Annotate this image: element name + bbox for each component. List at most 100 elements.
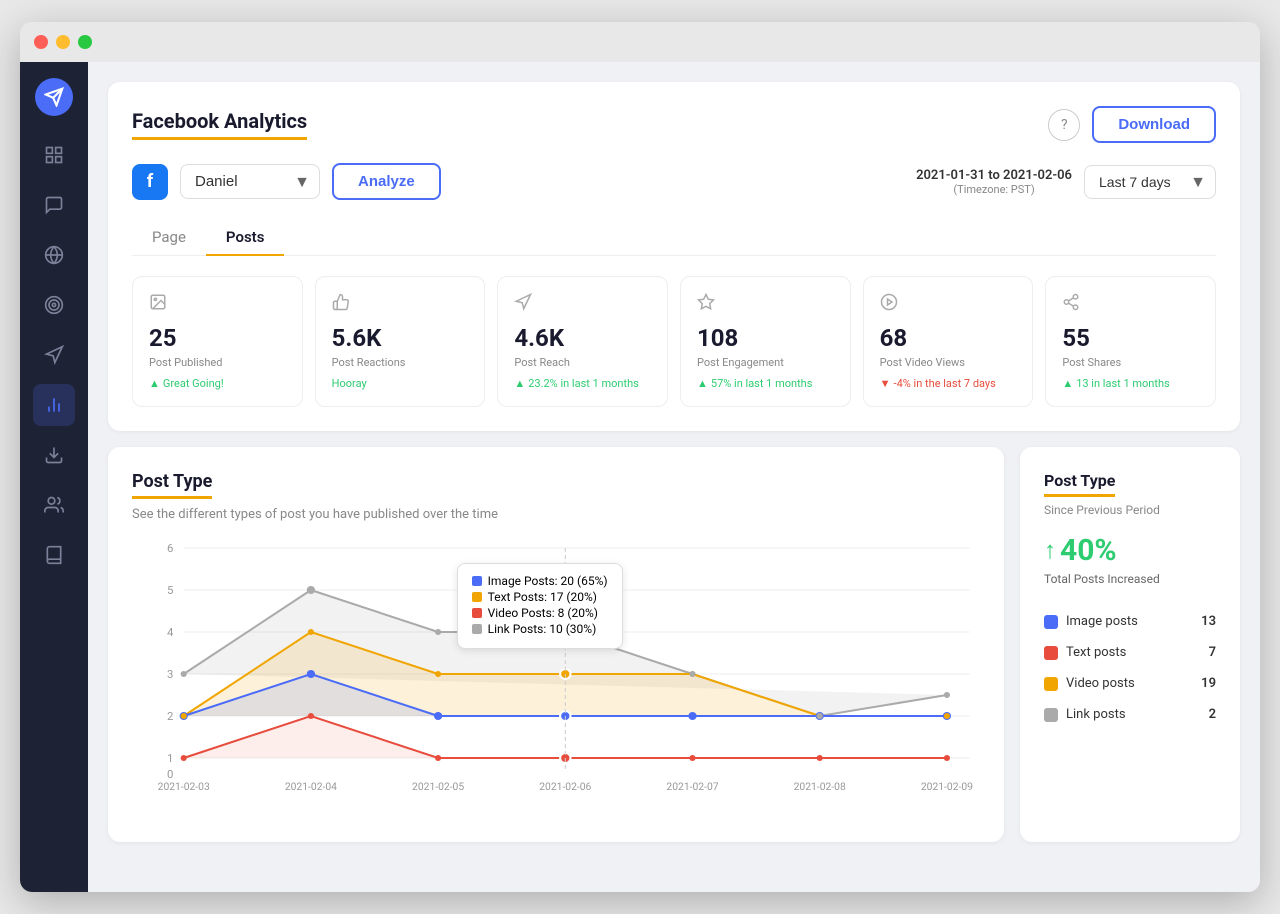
increase-arrow: ↑ xyxy=(1044,536,1056,565)
stat-label-engagement: Post Engagement xyxy=(697,356,834,369)
sidebar-item-megaphone[interactable] xyxy=(33,334,75,376)
svg-text:3: 3 xyxy=(167,668,173,681)
chart-area: 6 5 4 3 2 1 0 2021-02-03 2021-02-04 2021… xyxy=(132,538,980,818)
legend-dot-text xyxy=(1044,646,1058,660)
legend-item-link: Link posts 2 xyxy=(1044,699,1216,730)
stat-label-reach: Post Reach xyxy=(514,356,651,369)
svg-text:5: 5 xyxy=(167,584,173,597)
post-published-icon xyxy=(149,293,286,316)
stat-label-video-views: Post Video Views xyxy=(880,356,1017,369)
legend-increase-label: Total Posts Increased xyxy=(1044,572,1216,586)
sidebar-item-network[interactable] xyxy=(33,234,75,276)
sidebar-item-download[interactable] xyxy=(33,434,75,476)
stat-change-video-views: ▼-4% in the last 7 days xyxy=(880,377,1017,390)
increase-value: 40% xyxy=(1060,533,1117,568)
account-dropdown[interactable]: Daniel xyxy=(180,164,320,199)
stat-post-published: 25 Post Published ▲Great Going! xyxy=(132,276,303,407)
chart-subtitle: See the different types of post you have… xyxy=(132,507,980,522)
stats-grid: 25 Post Published ▲Great Going! xyxy=(132,276,1216,407)
stat-label-published: Post Published xyxy=(149,356,286,369)
stat-reach: 4.6K Post Reach ▲23.2% in last 1 months xyxy=(497,276,668,407)
header-right: ? Download xyxy=(1048,106,1216,143)
stat-change-shares: ▲13 in last 1 months xyxy=(1062,377,1199,390)
sidebar xyxy=(20,62,88,892)
main-content: Facebook Analytics ? Download f Daniel ▼ xyxy=(88,62,1260,892)
analytics-header: Facebook Analytics ? Download xyxy=(132,106,1216,143)
stat-change-reactions: Hooray xyxy=(332,377,469,390)
stat-engagement: 108 Post Engagement ▲57% in last 1 month… xyxy=(680,276,851,407)
date-range-text: 2021-01-31 to 2021-02-06 xyxy=(916,168,1072,183)
sidebar-item-library[interactable] xyxy=(33,534,75,576)
download-button[interactable]: Download xyxy=(1092,106,1216,143)
stat-value-reach: 4.6K xyxy=(514,324,651,352)
titlebar xyxy=(20,22,1260,62)
svg-text:2021-02-05: 2021-02-05 xyxy=(412,782,464,793)
stat-value-reactions: 5.6K xyxy=(332,324,469,352)
svg-text:2: 2 xyxy=(167,710,173,723)
account-select-wrapper[interactable]: Daniel ▼ xyxy=(180,164,320,199)
legend-card: Post Type Since Previous Period ↑ 40% To… xyxy=(1020,447,1240,842)
legend-dot-image xyxy=(1044,615,1058,629)
stat-label-shares: Post Shares xyxy=(1062,356,1199,369)
stat-shares: 55 Post Shares ▲13 in last 1 months xyxy=(1045,276,1216,407)
legend-label-video: Video posts xyxy=(1066,676,1135,691)
svg-text:2021-02-03: 2021-02-03 xyxy=(158,782,210,793)
stat-label-reactions: Post Reactions xyxy=(332,356,469,369)
tab-page[interactable]: Page xyxy=(132,220,206,256)
analytics-card: Facebook Analytics ? Download f Daniel ▼ xyxy=(108,82,1240,431)
svg-text:0: 0 xyxy=(167,768,173,781)
stat-change-engagement: ▲57% in last 1 months xyxy=(697,377,834,390)
help-button[interactable]: ? xyxy=(1048,109,1080,141)
tooltip-text: Text Posts: 17 (20%) xyxy=(472,590,608,604)
svg-text:2021-02-04: 2021-02-04 xyxy=(285,782,337,793)
tooltip-link: Link Posts: 10 (30%) xyxy=(472,622,608,636)
app-body: Facebook Analytics ? Download f Daniel ▼ xyxy=(20,62,1260,892)
timezone-text: (Timezone: PST) xyxy=(916,183,1072,196)
legend-label-text: Text posts xyxy=(1066,645,1126,660)
tabs: Page Posts xyxy=(132,220,1216,256)
tooltip-link-label: Link Posts: 10 (30%) xyxy=(488,622,597,636)
legend-count-image: 13 xyxy=(1201,614,1216,629)
sidebar-item-audience[interactable] xyxy=(33,484,75,526)
legend-label-link: Link posts xyxy=(1066,707,1126,722)
legend-dot-link xyxy=(1044,708,1058,722)
stat-value-published: 25 xyxy=(149,324,286,352)
legend-label-image: Image posts xyxy=(1066,614,1138,629)
period-dropdown[interactable]: Last 7 days Last 30 days Last 90 days xyxy=(1084,165,1216,199)
sidebar-item-chat[interactable] xyxy=(33,184,75,226)
stat-value-engagement: 108 xyxy=(697,324,834,352)
app-window: Facebook Analytics ? Download f Daniel ▼ xyxy=(20,22,1260,892)
svg-text:2021-02-08: 2021-02-08 xyxy=(794,782,846,793)
sidebar-item-dashboard[interactable] xyxy=(33,134,75,176)
minimize-button[interactable] xyxy=(56,35,70,49)
controls-row: f Daniel ▼ Analyze 2021-01-31 to 2021-02… xyxy=(132,163,1216,200)
stat-video-views: 68 Post Video Views ▼-4% in the last 7 d… xyxy=(863,276,1034,407)
sidebar-logo[interactable] xyxy=(35,78,73,116)
facebook-icon: f xyxy=(132,164,168,200)
stat-reactions: 5.6K Post Reactions Hooray xyxy=(315,276,486,407)
legend-count-video: 19 xyxy=(1201,676,1216,691)
sidebar-item-target[interactable] xyxy=(33,284,75,326)
tooltip-video-dot xyxy=(472,608,482,618)
tab-posts[interactable]: Posts xyxy=(206,220,284,256)
close-button[interactable] xyxy=(34,35,48,49)
legend-dot-video xyxy=(1044,677,1058,691)
chart-tooltip: Image Posts: 20 (65%) Text Posts: 17 (20… xyxy=(457,563,623,649)
analyze-button[interactable]: Analyze xyxy=(332,163,441,200)
chart-title: Post Type xyxy=(132,471,212,499)
engagement-icon xyxy=(697,293,834,316)
legend-increase: ↑ 40% xyxy=(1044,533,1216,568)
date-range-info: 2021-01-31 to 2021-02-06 (Timezone: PST) xyxy=(916,168,1072,196)
shares-icon xyxy=(1062,293,1199,316)
legend-items: Image posts 13 Text posts 7 xyxy=(1044,606,1216,730)
bottom-section: Post Type See the different types of pos… xyxy=(108,447,1240,842)
svg-text:1: 1 xyxy=(167,752,173,765)
legend-item-image: Image posts 13 xyxy=(1044,606,1216,637)
stat-value-video-views: 68 xyxy=(880,324,1017,352)
period-select-wrapper[interactable]: Last 7 days Last 30 days Last 90 days ▼ xyxy=(1084,165,1216,199)
tooltip-image: Image Posts: 20 (65%) xyxy=(472,574,608,588)
sidebar-item-analytics[interactable] xyxy=(33,384,75,426)
legend-item-video: Video posts 19 xyxy=(1044,668,1216,699)
maximize-button[interactable] xyxy=(78,35,92,49)
legend-item-text: Text posts 7 xyxy=(1044,637,1216,668)
